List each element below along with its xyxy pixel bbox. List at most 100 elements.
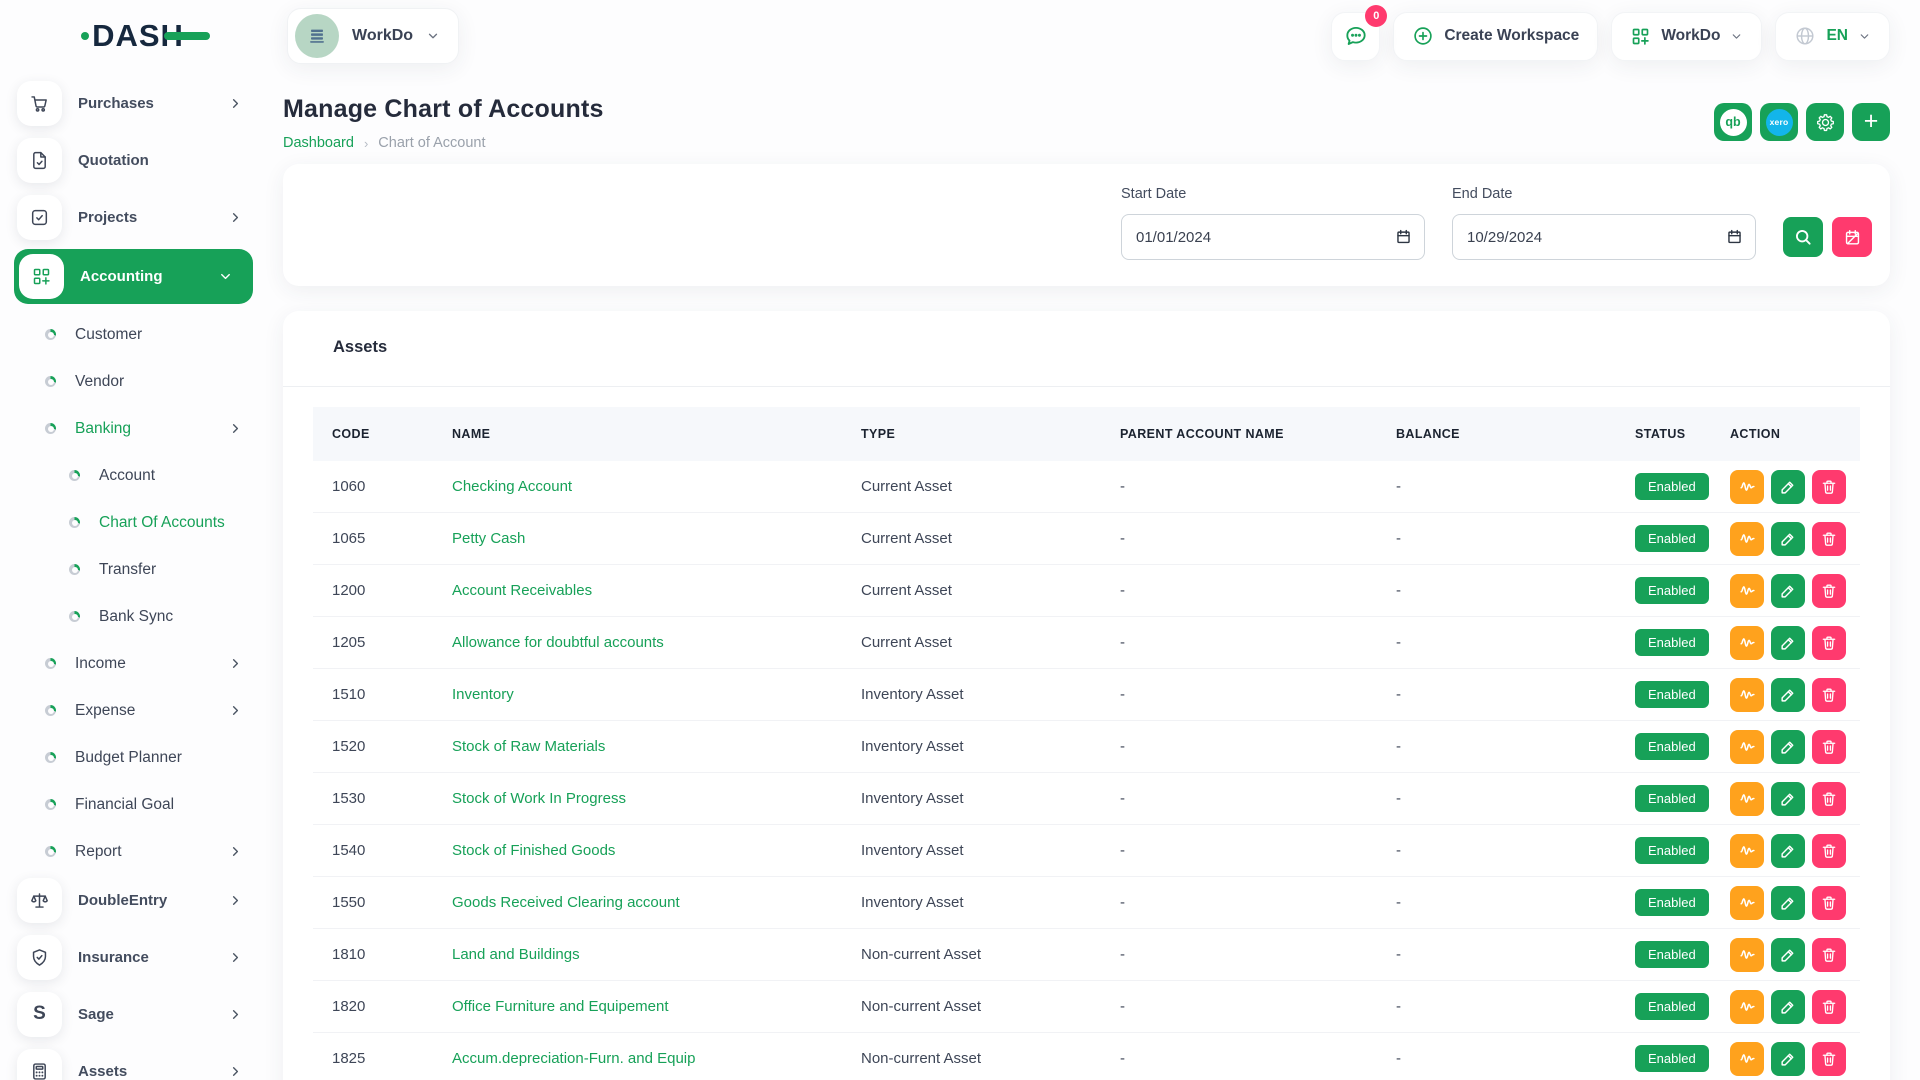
settings-button[interactable] bbox=[1806, 103, 1844, 141]
breadcrumb-dashboard-link[interactable]: Dashboard bbox=[283, 135, 354, 151]
delete-button[interactable] bbox=[1812, 626, 1846, 660]
start-date-input[interactable] bbox=[1121, 214, 1425, 260]
activity-button[interactable] bbox=[1730, 782, 1764, 816]
activity-button[interactable] bbox=[1730, 834, 1764, 868]
messages-button[interactable]: 0 bbox=[1331, 12, 1380, 61]
status-badge[interactable]: Enabled bbox=[1635, 733, 1709, 760]
xero-button[interactable]: xero bbox=[1760, 103, 1798, 141]
activity-button[interactable] bbox=[1730, 678, 1764, 712]
edit-button[interactable] bbox=[1771, 522, 1805, 556]
delete-button[interactable] bbox=[1812, 574, 1846, 608]
sidebar-item-projects[interactable]: Projects bbox=[17, 192, 251, 242]
create-workspace-button[interactable]: Create Workspace bbox=[1393, 12, 1598, 61]
sidebar-item-bank-sync[interactable]: Bank Sync bbox=[17, 593, 251, 640]
account-name-link[interactable]: Checking Account bbox=[452, 478, 572, 495]
delete-button[interactable] bbox=[1812, 470, 1846, 504]
activity-button[interactable] bbox=[1730, 938, 1764, 972]
status-badge[interactable]: Enabled bbox=[1635, 993, 1709, 1020]
add-button[interactable]: + bbox=[1852, 103, 1890, 141]
sidebar-item-report[interactable]: Report bbox=[17, 828, 251, 875]
sidebar-item-assets[interactable]: Assets bbox=[17, 1046, 251, 1080]
sidebar-item-budget-planner[interactable]: Budget Planner bbox=[17, 734, 251, 781]
status-badge[interactable]: Enabled bbox=[1635, 889, 1709, 916]
sidebar-item-chart-of-accounts[interactable]: Chart Of Accounts bbox=[17, 499, 251, 546]
activity-button[interactable] bbox=[1730, 470, 1764, 504]
edit-button[interactable] bbox=[1771, 782, 1805, 816]
reset-filter-button[interactable] bbox=[1832, 217, 1872, 257]
account-name-link[interactable]: Stock of Finished Goods bbox=[452, 842, 615, 859]
account-name-link[interactable]: Account Receivables bbox=[452, 582, 592, 599]
account-name-link[interactable]: Inventory bbox=[452, 686, 514, 703]
account-name-link[interactable]: Stock of Work In Progress bbox=[452, 790, 626, 807]
edit-button[interactable] bbox=[1771, 626, 1805, 660]
type-cell: Non-current Asset bbox=[861, 1050, 1120, 1067]
status-badge[interactable]: Enabled bbox=[1635, 577, 1709, 604]
edit-button[interactable] bbox=[1771, 678, 1805, 712]
activity-button[interactable] bbox=[1730, 522, 1764, 556]
workspace-menu-button[interactable]: WorkDo bbox=[1611, 12, 1762, 61]
language-selector[interactable]: EN bbox=[1775, 12, 1890, 61]
logo-dash[interactable]: DASH bbox=[81, 18, 184, 54]
account-name-link[interactable]: Goods Received Clearing account bbox=[452, 894, 680, 911]
delete-button[interactable] bbox=[1812, 678, 1846, 712]
activity-button[interactable] bbox=[1730, 1042, 1764, 1076]
activity-button[interactable] bbox=[1730, 990, 1764, 1024]
delete-button[interactable] bbox=[1812, 990, 1846, 1024]
sidebar-item-doubleentry[interactable]: DoubleEntry bbox=[17, 875, 251, 925]
sidebar-item-banking[interactable]: Banking bbox=[17, 405, 251, 452]
sidebar-item-financial-goal[interactable]: Financial Goal bbox=[17, 781, 251, 828]
workspace-selector[interactable]: WorkDo bbox=[287, 8, 459, 64]
sidebar-item-transfer[interactable]: Transfer bbox=[17, 546, 251, 593]
activity-button[interactable] bbox=[1730, 730, 1764, 764]
edit-button[interactable] bbox=[1771, 938, 1805, 972]
edit-button[interactable] bbox=[1771, 470, 1805, 504]
edit-button[interactable] bbox=[1771, 834, 1805, 868]
end-date-input[interactable] bbox=[1452, 214, 1756, 260]
account-name-link[interactable]: Petty Cash bbox=[452, 530, 525, 547]
edit-button[interactable] bbox=[1771, 886, 1805, 920]
sidebar-item-purchases[interactable]: Purchases bbox=[17, 78, 251, 128]
status-badge[interactable]: Enabled bbox=[1635, 473, 1709, 500]
sidebar-item-insurance[interactable]: Insurance bbox=[17, 932, 251, 982]
delete-button[interactable] bbox=[1812, 886, 1846, 920]
delete-button[interactable] bbox=[1812, 522, 1846, 556]
quickbooks-button[interactable]: qb bbox=[1714, 103, 1752, 141]
account-name-link[interactable]: Accum.depreciation-Furn. and Equip bbox=[452, 1050, 695, 1067]
activity-button[interactable] bbox=[1730, 574, 1764, 608]
sidebar-item-customer[interactable]: Customer bbox=[17, 311, 251, 358]
account-name-link[interactable]: Office Furniture and Equipement bbox=[452, 998, 669, 1015]
sidebar-item-expense[interactable]: Expense bbox=[17, 687, 251, 734]
edit-button[interactable] bbox=[1771, 1042, 1805, 1076]
delete-button[interactable] bbox=[1812, 834, 1846, 868]
sidebar-item-quotation[interactable]: Quotation bbox=[17, 135, 251, 185]
status-badge[interactable]: Enabled bbox=[1635, 629, 1709, 656]
account-name-link[interactable]: Land and Buildings bbox=[452, 946, 580, 963]
trash-icon bbox=[1820, 946, 1838, 964]
delete-button[interactable] bbox=[1812, 1042, 1846, 1076]
edit-button[interactable] bbox=[1771, 730, 1805, 764]
activity-button[interactable] bbox=[1730, 886, 1764, 920]
sidebar-item-vendor[interactable]: Vendor bbox=[17, 358, 251, 405]
bullet-icon bbox=[45, 423, 56, 434]
status-badge[interactable]: Enabled bbox=[1635, 681, 1709, 708]
status-badge[interactable]: Enabled bbox=[1635, 525, 1709, 552]
account-name-link[interactable]: Stock of Raw Materials bbox=[452, 738, 605, 755]
delete-button[interactable] bbox=[1812, 782, 1846, 816]
status-badge[interactable]: Enabled bbox=[1635, 837, 1709, 864]
sidebar-item-income[interactable]: Income bbox=[17, 640, 251, 687]
edit-button[interactable] bbox=[1771, 574, 1805, 608]
activity-button[interactable] bbox=[1730, 626, 1764, 660]
delete-button[interactable] bbox=[1812, 730, 1846, 764]
sidebar-item-account[interactable]: Account bbox=[17, 452, 251, 499]
status-badge[interactable]: Enabled bbox=[1635, 1045, 1709, 1072]
account-name-link[interactable]: Allowance for doubtful accounts bbox=[452, 634, 664, 651]
sidebar-item-sage[interactable]: SSage bbox=[17, 989, 251, 1039]
delete-button[interactable] bbox=[1812, 938, 1846, 972]
sidebar-item-accounting[interactable]: Accounting bbox=[14, 249, 253, 304]
search-button[interactable] bbox=[1783, 217, 1823, 257]
language-code: EN bbox=[1826, 27, 1848, 45]
trash-icon bbox=[1820, 582, 1838, 600]
edit-button[interactable] bbox=[1771, 990, 1805, 1024]
status-badge[interactable]: Enabled bbox=[1635, 785, 1709, 812]
status-badge[interactable]: Enabled bbox=[1635, 941, 1709, 968]
